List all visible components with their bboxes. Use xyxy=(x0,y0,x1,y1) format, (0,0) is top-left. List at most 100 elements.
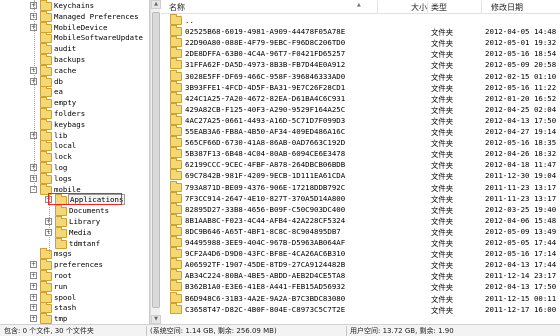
tree-item[interactable]: + db xyxy=(0,75,149,87)
expand-icon[interactable]: + xyxy=(30,304,37,312)
folder-icon xyxy=(170,91,182,103)
expand-icon[interactable]: + xyxy=(30,315,37,323)
file-list[interactable]: 名称 大小 类型 修改日期 ▲ .. 02525B68-6019-4981-A90… xyxy=(161,0,560,324)
tree-item[interactable]: + log xyxy=(0,162,149,173)
column-header-type[interactable]: 类型 xyxy=(431,2,447,13)
list-item[interactable]: 22D90A80-088E-4F79-9EBC-F96D8C206TD0 文件夹 2… xyxy=(161,36,560,48)
list-item[interactable]: 31FFA62F-DA5D-4973-8B3B-FB7D44E0A912 文件夹 2… xyxy=(161,58,560,70)
list-item[interactable]: 8B1AAB8C-F023-4C44-AFB4-42A228CF5324 文件夹 2… xyxy=(161,213,560,226)
list-item[interactable]: 4AC27A25-0661-4493-A16D-5C71D7F099D3 文件夹 2… xyxy=(161,113,560,126)
list-item[interactable]: C3658T47-D82C-4B0F-804E-C8973C5C7T2E 文件夹 2… xyxy=(161,302,560,315)
tree-item[interactable]: + preferences xyxy=(0,259,149,271)
list-item[interactable]: .. xyxy=(161,14,560,26)
list-item[interactable]: A06592TF-1907-45DE-8TD9-27CA9124482B 文件夹 2… xyxy=(161,258,560,270)
file-name: 5B387F13-6B48-4C04-80AB-6094CE6E3478 xyxy=(185,149,346,159)
tree-item[interactable]: msgs xyxy=(0,248,149,260)
file-name: .. xyxy=(185,16,194,25)
expand-icon[interactable]: + xyxy=(30,293,37,301)
expand-icon[interactable]: + xyxy=(30,261,37,269)
tree-item[interactable]: + root xyxy=(0,270,149,281)
tree-item[interactable]: empty xyxy=(0,97,149,109)
tree-guide-line xyxy=(49,194,50,254)
tree-item[interactable]: MobileSoftwareUpdate xyxy=(0,32,149,44)
expand-icon[interactable]: + xyxy=(30,282,37,290)
tree-item[interactable]: + Applications xyxy=(0,194,149,206)
tree-item[interactable]: + run xyxy=(0,280,149,292)
list-item[interactable]: 62199CCC-9CEC-4FBF-A878-264DBCB06BDB 文件夹 2… xyxy=(161,158,560,170)
tree-item[interactable]: audit xyxy=(0,43,149,55)
folder-icon xyxy=(170,69,182,81)
scroll-down-arrow-icon[interactable]: ▼ xyxy=(151,315,161,324)
list-item[interactable]: 3B93FFE1-4FCD-4D5F-BA31-9E7C26F28CD1 文件夹 2… xyxy=(161,80,560,93)
list-item[interactable]: AB34C224-80BA-4BE5-ABDD-AEB2D4CE5TA8 文件夹 2… xyxy=(161,269,560,281)
file-name: 793A871D-BE09-4376-906E-17218DDB792C xyxy=(185,182,346,192)
expand-icon[interactable]: + xyxy=(30,272,37,279)
list-item[interactable]: 5B387F13-6B48-4C04-80AB-6094CE6E3478 文件夹 2… xyxy=(161,147,560,159)
folder-icon xyxy=(40,54,52,65)
list-item[interactable]: B362B1A0-E3E6-41E8-A441-FEB15AD56932 文件夹 2… xyxy=(161,280,560,292)
list-item[interactable]: 9CF2A4D6-D9D0-43FC-BF8E-4CA26AC6B310 文件夹 2… xyxy=(161,247,560,259)
file-name: 94495988-3EE9-404C-967B-D5963AB064AF xyxy=(185,238,346,247)
list-item[interactable]: 02525B68-6019-4981-A909-44478F05A78E 文件夹 2… xyxy=(161,25,560,37)
scroll-up-arrow-icon[interactable]: ▲ xyxy=(151,0,161,9)
list-item[interactable]: 82895D27-33B8-4656-B09F-C50C903DC400 文件夹 2… xyxy=(161,202,560,215)
file-modified-date: 2012-05-09 20:58 xyxy=(485,60,557,70)
list-item[interactable]: 3028E5FF-DF69-466C-958F-396846333AD0 文件夹 2… xyxy=(161,69,560,82)
tree-item[interactable]: + logs xyxy=(0,172,149,184)
list-item[interactable]: 424C1A25-7A20-4672-82EA-D61BA4C6C931 文件夹 2… xyxy=(161,91,560,104)
tree-item[interactable]: ea xyxy=(0,86,149,98)
column-header-name[interactable]: 名称 xyxy=(169,2,185,13)
tree-item-label: stash xyxy=(54,303,77,313)
list-item[interactable]: 8DC9B646-A65T-4BF1-8C8C-8C904895DB7 文件夹 20… xyxy=(161,224,560,237)
list-item[interactable]: 2DE8DFFA-63B0-4C4A-96T7-F0421FD65257 文件夹 2… xyxy=(161,47,560,59)
tree-item[interactable]: + stash xyxy=(0,302,149,314)
tree-item-label: msgs xyxy=(54,249,72,259)
tree-item[interactable]: + Library xyxy=(0,216,149,227)
scrollbar-thumb[interactable] xyxy=(152,12,160,308)
tree-item[interactable]: keybags xyxy=(0,118,149,130)
tree-item-label: lock xyxy=(54,152,72,162)
list-item[interactable]: B6D948C6-31B3-4A2E-9A2A-B7C3BDC83080 文件夹 2… xyxy=(161,291,560,304)
file-name: C3658T47-D82C-4B0F-804E-C8973C5C7T2E xyxy=(185,304,346,314)
list-item[interactable]: 94495988-3EE9-404C-967B-D5963AB064AF 文件夹 2… xyxy=(161,236,560,248)
tree-item[interactable]: - mobile xyxy=(0,183,149,195)
tree-item[interactable]: + spool xyxy=(0,291,149,303)
file-name: 565CF66D-6730-41A8-86AB-0AD7663C192D xyxy=(185,138,346,148)
tree-item[interactable]: + Keychains xyxy=(0,0,149,11)
tree-item[interactable]: + Media xyxy=(0,226,149,238)
folder-icon xyxy=(40,280,52,292)
tree-item[interactable]: tdmtanf xyxy=(0,237,149,249)
tree-item[interactable]: + MobileDevice xyxy=(0,21,149,33)
list-item[interactable]: 7F3CC914-2647-4E10-827T-370A5D14A800 文件夹 2… xyxy=(161,191,560,204)
file-name: 55EAB3A6-FB8A-4B50-AF34-409ED486A16C xyxy=(185,127,346,136)
column-header-size[interactable]: 大小 xyxy=(411,2,427,13)
tree-item-label: lib xyxy=(54,130,68,140)
file-modified-date: 2012-05-16 11:22 xyxy=(485,82,557,92)
tree-item-label: mobile xyxy=(54,184,81,194)
tree-scrollbar[interactable]: ▲ ▼ xyxy=(150,0,161,324)
file-type: 文件夹 xyxy=(431,305,454,315)
tree-item[interactable]: local xyxy=(0,140,149,152)
folder-icon xyxy=(170,302,182,314)
column-header-modified[interactable]: 修改日期 xyxy=(491,2,523,13)
tree-item[interactable]: + lib xyxy=(0,129,149,141)
tree-item[interactable]: folders xyxy=(0,108,149,119)
list-item[interactable]: 69C7842B-981F-4209-9ECB-1D111EA61CDA 文件夹 2… xyxy=(161,169,560,181)
folder-icon xyxy=(40,248,52,260)
tree-item-label: tmp xyxy=(54,314,68,324)
list-item[interactable]: 565CF66D-6730-41A8-86AB-0AD7663C192D 文件夹 2… xyxy=(161,136,560,148)
list-item[interactable]: 429A82CB-F125-40F3-A290-9529F164A25C 文件夹 2… xyxy=(161,102,560,115)
tree-item[interactable]: lock xyxy=(0,151,149,163)
file-name: A06592TF-1907-45DE-8TD9-27CA9124482B xyxy=(185,260,346,270)
folder-tree[interactable]: + Keychains + Managed Preferences + MobileDev… xyxy=(0,0,150,324)
list-item[interactable]: 55EAB3A6-FB8A-4B50-AF34-409ED486A16C 文件夹 2… xyxy=(161,125,560,137)
folder-icon xyxy=(40,75,52,87)
tree-item[interactable]: + Managed Preferences xyxy=(0,10,149,22)
list-item[interactable]: 793A871D-BE09-4376-906E-17218DDB792C 文件夹 2… xyxy=(161,180,560,193)
tree-item[interactable]: Documents xyxy=(0,205,149,217)
tree-item[interactable]: backups xyxy=(0,54,149,65)
sort-arrow-icon: ▲ xyxy=(357,2,361,8)
tree-item[interactable]: + tmp xyxy=(0,313,149,324)
tree-guide-line xyxy=(34,0,35,190)
tree-item[interactable]: + cache xyxy=(0,64,149,76)
